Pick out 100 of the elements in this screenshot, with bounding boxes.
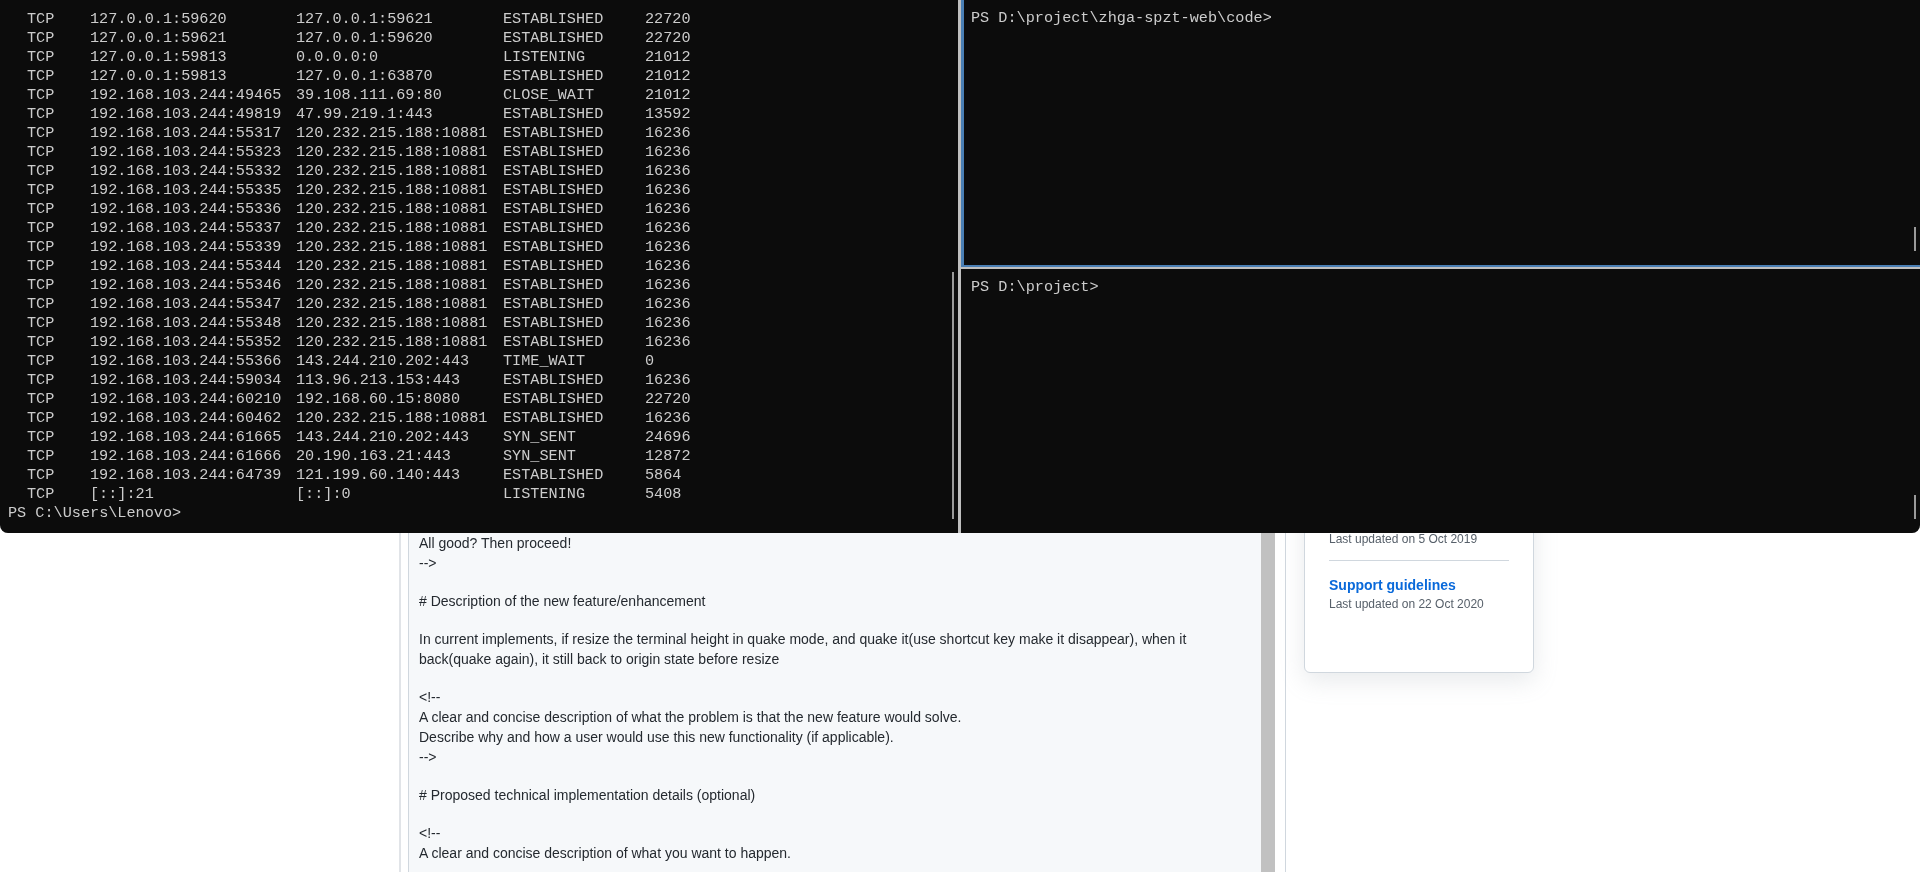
local-address-text: 192.168.103.244:55352 [90, 333, 283, 352]
state-text: LISTENING [503, 485, 587, 504]
local-address-text: 192.168.103.244:64739 [90, 466, 283, 485]
state-text: ESTABLISHED [503, 371, 605, 390]
last-updated-text: Last updated on 22 Oct 2020 [1329, 596, 1485, 613]
foreign-address-text: 120.232.215.188:10881 [296, 295, 489, 314]
foreign-address-text: 127.0.0.1:59620 [296, 29, 434, 48]
prompt-text: PS C:\Users\Lenovo> [8, 504, 183, 523]
state-text: ESTABLISHED [503, 276, 605, 295]
pid-text: 16236 [645, 314, 691, 333]
pid-text: 22720 [645, 29, 691, 48]
support-guidelines-link[interactable]: Support guidelines [1329, 575, 1456, 595]
protocol-text: TCP [27, 276, 56, 295]
state-text: ESTABLISHED [503, 314, 605, 333]
state-text: ESTABLISHED [503, 219, 605, 238]
protocol-text: TCP [27, 143, 56, 162]
protocol-text: TCP [27, 333, 56, 352]
state-text: ESTABLISHED [503, 409, 605, 428]
protocol-text: TCP [27, 485, 56, 504]
terminal-pane[interactable]: PS D:\project> [961, 268, 1920, 533]
local-address-text: 192.168.103.244:59034 [90, 371, 283, 390]
pid-text: 13592 [645, 105, 691, 124]
protocol-text: TCP [27, 352, 56, 371]
local-address-text: [::]:21 [90, 485, 155, 504]
protocol-text: TCP [27, 105, 56, 124]
scrollbar[interactable] [1261, 533, 1275, 872]
pid-text: 16236 [645, 257, 691, 276]
foreign-address-text: 120.232.215.188:10881 [296, 409, 489, 428]
editor-line: --> [419, 554, 438, 573]
state-text: ESTABLISHED [503, 238, 605, 257]
protocol-text: TCP [27, 447, 56, 466]
local-address-text: 192.168.103.244:55366 [90, 352, 283, 371]
local-address-text: 192.168.103.244:55336 [90, 200, 283, 219]
pid-text: 5864 [645, 466, 682, 485]
state-text: ESTABLISHED [503, 333, 605, 352]
editor-line: In current implements, if resize the terminal height in quake mode, and quake it(use shortcut key make it disappear), when it back(quake again), it still back to origin state before resize [419, 630, 1188, 669]
protocol-text: TCP [27, 238, 56, 257]
state-text: LISTENING [503, 48, 587, 67]
local-address-text: 192.168.103.244:55317 [90, 124, 283, 143]
local-address-text: 127.0.0.1:59813 [90, 67, 228, 86]
state-text: ESTABLISHED [503, 10, 605, 29]
foreign-address-text: 127.0.0.1:63870 [296, 67, 434, 86]
state-text: ESTABLISHED [503, 390, 605, 409]
foreign-address-text: 120.232.215.188:10881 [296, 314, 489, 333]
state-text: SYN_SENT [503, 428, 577, 447]
foreign-address-text: 143.244.210.202:443 [296, 428, 471, 447]
foreign-address-text: 192.168.60.15:8080 [296, 390, 462, 409]
local-address-text: 192.168.103.244:61666 [90, 447, 283, 466]
editor-line: <!-- [419, 688, 442, 707]
local-address-text: 192.168.103.244:55335 [90, 181, 283, 200]
local-address-text: 192.168.103.244:55323 [90, 143, 283, 162]
foreign-address-text: 120.232.215.188:10881 [296, 257, 489, 276]
pid-text: 21012 [645, 48, 691, 67]
foreign-address-text: 120.232.215.188:10881 [296, 124, 489, 143]
state-text: CLOSE_WAIT [503, 86, 596, 105]
state-text: ESTABLISHED [503, 295, 605, 314]
state-text: ESTABLISHED [503, 257, 605, 276]
pid-text: 16236 [645, 276, 691, 295]
foreign-address-text: 39.108.111.69:80 [296, 86, 443, 105]
pid-text: 21012 [645, 67, 691, 86]
pid-text: 16236 [645, 162, 691, 181]
editor-line: --> [419, 748, 438, 767]
foreign-address-text: 120.232.215.188:10881 [296, 181, 489, 200]
local-address-text: 192.168.103.244:61665 [90, 428, 283, 447]
pid-text: 16236 [645, 124, 691, 143]
terminal-pane[interactable] [0, 0, 958, 533]
pid-text: 16236 [645, 295, 691, 314]
foreign-address-text: 120.232.215.188:10881 [296, 143, 489, 162]
local-address-text: 192.168.103.244:55339 [90, 238, 283, 257]
state-text: ESTABLISHED [503, 67, 605, 86]
editor-line: <!-- [419, 824, 442, 843]
state-text: ESTABLISHED [503, 466, 605, 485]
pid-text: 22720 [645, 390, 691, 409]
scrollbar-thumb[interactable] [1914, 495, 1916, 519]
protocol-text: TCP [27, 200, 56, 219]
pid-text: 16236 [645, 371, 691, 390]
text-editor[interactable] [408, 533, 1262, 872]
local-address-text: 192.168.103.244:55346 [90, 276, 283, 295]
protocol-text: TCP [27, 466, 56, 485]
foreign-address-text: 120.232.215.188:10881 [296, 219, 489, 238]
editor-line: A clear and concise description of what the problem is that the new feature would solve. [419, 708, 963, 727]
local-address-text: 192.168.103.244:55347 [90, 295, 283, 314]
state-text: ESTABLISHED [503, 143, 605, 162]
pid-text: 16236 [645, 333, 691, 352]
protocol-text: TCP [27, 67, 56, 86]
foreign-address-text: 121.199.60.140:443 [296, 466, 462, 485]
protocol-text: TCP [27, 10, 56, 29]
scrollbar-thumb[interactable] [1914, 226, 1916, 251]
protocol-text: TCP [27, 219, 56, 238]
scrollbar-thumb[interactable] [952, 272, 954, 519]
terminal-pane[interactable]: PS D:\project\zhga-spzt-web\code> [961, 0, 1920, 267]
protocol-text: TCP [27, 428, 56, 447]
editor-line: # Proposed technical implementation details (optional) [419, 786, 757, 805]
foreign-address-text: 120.232.215.188:10881 [296, 200, 489, 219]
foreign-address-text: [::]:0 [296, 485, 352, 504]
last-updated-text: Last updated on 5 Oct 2019 [1329, 531, 1479, 548]
pid-text: 16236 [645, 181, 691, 200]
editor-line: # Description of the new feature/enhancement [419, 592, 707, 611]
pid-text: 16236 [645, 143, 691, 162]
foreign-address-text: 127.0.0.1:59621 [296, 10, 434, 29]
